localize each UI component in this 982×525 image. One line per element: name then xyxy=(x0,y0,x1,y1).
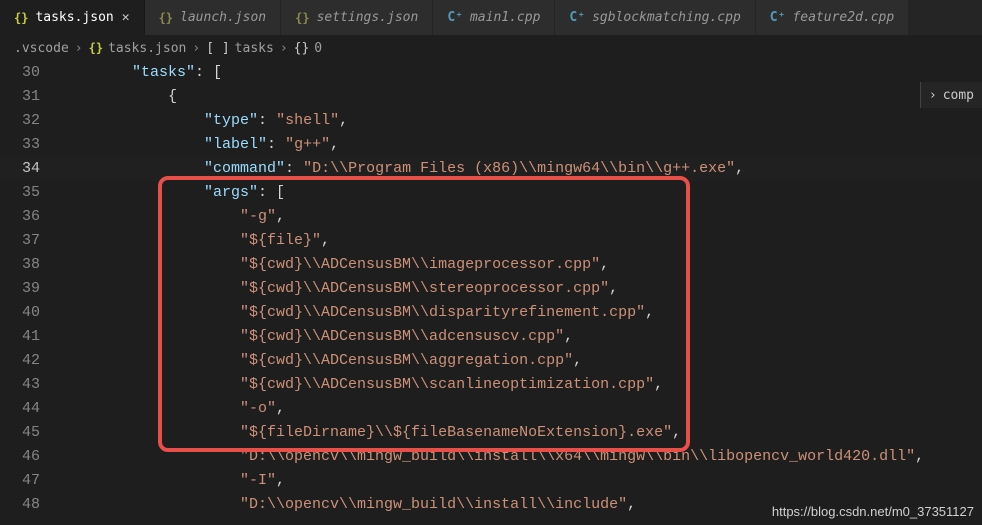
line-number: 37 xyxy=(0,229,60,253)
tab-label: main1.cpp xyxy=(470,10,540,25)
line-number: 47 xyxy=(0,469,60,493)
code-content: "command": "D:\\Program Files (x86)\\min… xyxy=(60,157,744,181)
code-content: "D:\\opencv\\mingw_build\\install\\inclu… xyxy=(60,493,636,517)
tab-label: launch.json xyxy=(180,10,266,25)
side-collapsed-panel[interactable]: › comp xyxy=(920,82,982,108)
line-number: 30 xyxy=(0,61,60,85)
tab-label: tasks.json xyxy=(35,10,113,25)
side-panel-label: comp xyxy=(943,88,974,103)
code-line[interactable]: 39 "${cwd}\\ADCensusBM\\stereoprocessor.… xyxy=(0,277,982,301)
editor-lines: 30 "tasks": [31 {32 "type": "shell",33 "… xyxy=(0,61,982,517)
code-line[interactable]: 36 "-g", xyxy=(0,205,982,229)
code-line[interactable]: 45 "${fileDirname}\\${fileBasenameNoExte… xyxy=(0,421,982,445)
code-line[interactable]: 33 "label": "g++", xyxy=(0,133,982,157)
line-number: 38 xyxy=(0,253,60,277)
code-content: "type": "shell", xyxy=(60,109,348,133)
cpp-icon: C⁺ xyxy=(447,10,463,25)
tab-tasks-json[interactable]: {} tasks.json ✕ xyxy=(0,0,145,35)
code-line[interactable]: 43 "${cwd}\\ADCensusBM\\scanlineoptimiza… xyxy=(0,373,982,397)
tab-launch-json[interactable]: {} launch.json xyxy=(145,0,282,35)
line-number: 35 xyxy=(0,181,60,205)
code-content: "tasks": [ xyxy=(60,61,222,85)
line-number: 48 xyxy=(0,493,60,517)
breadcrumb-segment[interactable]: 0 xyxy=(314,41,322,56)
breadcrumb-segment[interactable]: tasks xyxy=(235,41,274,56)
tab-sgblockmatching-cpp[interactable]: C⁺ sgblockmatching.cpp xyxy=(555,0,755,35)
code-line[interactable]: 34 "command": "D:\\Program Files (x86)\\… xyxy=(0,157,982,181)
code-content: "${cwd}\\ADCensusBM\\scanlineoptimizatio… xyxy=(60,373,663,397)
code-content: "${cwd}\\ADCensusBM\\stereoprocessor.cpp… xyxy=(60,277,618,301)
code-content: "-I", xyxy=(60,469,285,493)
tab-label: settings.json xyxy=(317,10,419,25)
code-content: "${cwd}\\ADCensusBM\\disparityrefinement… xyxy=(60,301,654,325)
code-line[interactable]: 42 "${cwd}\\ADCensusBM\\aggregation.cpp"… xyxy=(0,349,982,373)
chevron-right-icon: › xyxy=(929,88,937,103)
tab-feature2d-cpp[interactable]: C⁺ feature2d.cpp xyxy=(756,0,909,35)
breadcrumb-icon: [ ] xyxy=(206,41,229,56)
chevron-right-icon: › xyxy=(280,41,288,56)
code-line[interactable]: 30 "tasks": [ xyxy=(0,61,982,85)
line-number: 39 xyxy=(0,277,60,301)
json-icon: {} xyxy=(295,11,309,25)
line-number: 46 xyxy=(0,445,60,469)
code-line[interactable]: 44 "-o", xyxy=(0,397,982,421)
code-content: "${file}", xyxy=(60,229,330,253)
code-content: "-g", xyxy=(60,205,285,229)
json-icon: {} xyxy=(159,11,173,25)
code-content: "label": "g++", xyxy=(60,133,339,157)
code-content: "${cwd}\\ADCensusBM\\adcensuscv.cpp", xyxy=(60,325,573,349)
code-line[interactable]: 47 "-I", xyxy=(0,469,982,493)
code-line[interactable]: 38 "${cwd}\\ADCensusBM\\imageprocessor.c… xyxy=(0,253,982,277)
line-number: 32 xyxy=(0,109,60,133)
code-content: "args": [ xyxy=(60,181,285,205)
watermark: https://blog.csdn.net/m0_37351127 xyxy=(772,504,974,519)
tab-label: sgblockmatching.cpp xyxy=(592,10,741,25)
line-number: 42 xyxy=(0,349,60,373)
code-content: "-o", xyxy=(60,397,285,421)
breadcrumb-segment[interactable]: tasks.json xyxy=(108,41,186,56)
code-line[interactable]: 40 "${cwd}\\ADCensusBM\\disparityrefinem… xyxy=(0,301,982,325)
line-number: 36 xyxy=(0,205,60,229)
line-number: 45 xyxy=(0,421,60,445)
tab-label: feature2d.cpp xyxy=(792,10,894,25)
code-line[interactable]: 41 "${cwd}\\ADCensusBM\\adcensuscv.cpp", xyxy=(0,325,982,349)
close-icon[interactable]: ✕ xyxy=(122,10,130,25)
line-number: 40 xyxy=(0,301,60,325)
line-number: 33 xyxy=(0,133,60,157)
line-number: 31 xyxy=(0,85,60,109)
tab-bar: {} tasks.json ✕ {} launch.json {} settings.jso… xyxy=(0,0,982,35)
tab-settings-json[interactable]: {} settings.json xyxy=(281,0,433,35)
code-content: "${cwd}\\ADCensusBM\\imageprocessor.cpp"… xyxy=(60,253,609,277)
line-number: 34 xyxy=(0,157,60,181)
code-content: "D:\\opencv\\mingw_build\\install\\x64\\… xyxy=(60,445,924,469)
breadcrumb-segment[interactable]: .vscode xyxy=(14,41,69,56)
line-number: 43 xyxy=(0,373,60,397)
code-line[interactable]: 37 "${file}", xyxy=(0,229,982,253)
cpp-icon: C⁺ xyxy=(569,10,585,25)
line-number: 41 xyxy=(0,325,60,349)
breadcrumb-icon: {} xyxy=(294,41,310,56)
code-content: "${cwd}\\ADCensusBM\\aggregation.cpp", xyxy=(60,349,582,373)
chevron-right-icon: › xyxy=(75,41,83,56)
code-content: { xyxy=(60,85,177,109)
code-editor[interactable]: 30 "tasks": [31 {32 "type": "shell",33 "… xyxy=(0,61,982,525)
code-line[interactable]: 32 "type": "shell", xyxy=(0,109,982,133)
json-icon: {} xyxy=(14,11,28,25)
breadcrumb[interactable]: .vscode › {} tasks.json › [ ] tasks › {} 0 xyxy=(0,35,982,61)
code-content: "${fileDirname}\\${fileBasenameNoExtensi… xyxy=(60,421,681,445)
breadcrumb-icon: {} xyxy=(89,41,103,55)
cpp-icon: C⁺ xyxy=(770,10,786,25)
line-number: 44 xyxy=(0,397,60,421)
tab-main1-cpp[interactable]: C⁺ main1.cpp xyxy=(433,0,555,35)
chevron-right-icon: › xyxy=(192,41,200,56)
code-line[interactable]: 35 "args": [ xyxy=(0,181,982,205)
code-line[interactable]: 46 "D:\\opencv\\mingw_build\\install\\x6… xyxy=(0,445,982,469)
code-line[interactable]: 31 { xyxy=(0,85,982,109)
